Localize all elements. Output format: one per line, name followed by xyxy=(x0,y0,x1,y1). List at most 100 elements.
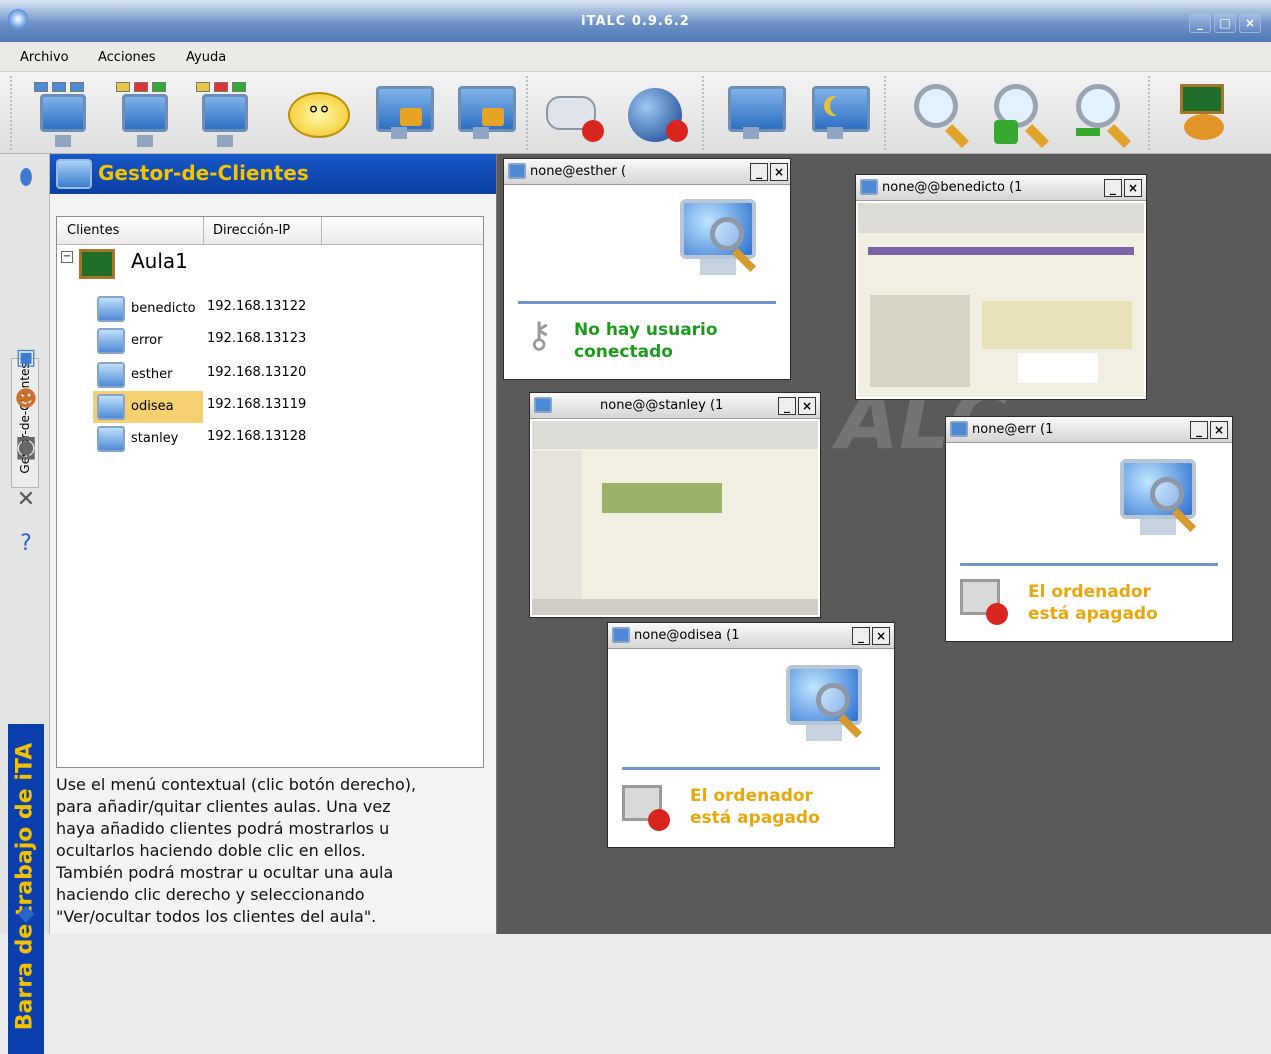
status-text: El ordenador está apagado xyxy=(690,786,820,828)
client-monitor-icon xyxy=(860,179,878,195)
zoom-in-icon[interactable] xyxy=(984,78,1054,149)
client-monitor-icon xyxy=(97,362,125,388)
window-title: iTALC 0.9.6.2 xyxy=(581,14,690,29)
tab-workbar-label: Barra de trabajo de iTA xyxy=(12,742,38,1031)
title-bar: iTALC 0.9.6.2 _ □ × xyxy=(0,0,1271,42)
client-window-titlebar[interactable]: none@esther ( _ × xyxy=(504,159,790,185)
close-button[interactable]: × xyxy=(798,397,816,415)
help-line: haya añadido clientes podrá mostrarlos u xyxy=(56,819,390,838)
client-row[interactable]: benedicto 192.168.13122 xyxy=(87,293,347,323)
classroom-icon[interactable] xyxy=(1168,78,1238,148)
client-window-title: none@esther ( xyxy=(530,164,627,179)
client-monitor-icon xyxy=(508,163,526,179)
tab-client-manager-label: Gestor-de-Clientes xyxy=(18,362,32,474)
client-monitor-icon xyxy=(97,394,125,420)
client-ip: 192.168.13123 xyxy=(207,331,307,346)
client-manager-icon xyxy=(56,159,92,189)
client-window-titlebar[interactable]: none@@benedicto (1 _ × xyxy=(856,175,1146,201)
status-text: No hay usuario conectado xyxy=(574,320,718,362)
clients-tree[interactable]: Clientes Dirección-IP − Aula1 benedicto 1… xyxy=(56,216,484,768)
minimize-button[interactable]: _ xyxy=(1104,179,1122,197)
client-monitor-icon xyxy=(97,328,125,354)
maximize-button[interactable]: □ xyxy=(1214,13,1236,33)
client-name: error xyxy=(131,333,163,348)
internet-disabled-icon[interactable] xyxy=(622,78,692,148)
menu-ayuda[interactable]: Ayuda xyxy=(186,50,226,65)
classroom-name[interactable]: Aula1 xyxy=(131,249,188,273)
tab-client-manager[interactable]: Gestor-de-Clientes xyxy=(11,358,39,488)
client-window-esther[interactable]: none@esther (_ × ⚷ No hay usuario conectad… xyxy=(503,158,791,380)
sidebar-toggle-icon[interactable]: ⬮ xyxy=(12,164,40,192)
close-button[interactable]: × xyxy=(1210,421,1228,439)
client-ip: 192.168.13128 xyxy=(207,429,307,444)
power-down-icon[interactable] xyxy=(800,78,870,148)
client-row[interactable]: stanley 192.168.13128 xyxy=(87,423,347,453)
menu-acciones[interactable]: Acciones xyxy=(98,50,156,65)
client-monitor-icon xyxy=(534,397,552,413)
message-icon[interactable]: °° xyxy=(282,78,352,148)
users-icon[interactable]: ☻ xyxy=(12,386,40,414)
collapse-toggle[interactable]: − xyxy=(61,251,73,263)
close-button[interactable]: × xyxy=(1239,13,1261,33)
minimize-button[interactable]: _ xyxy=(1190,421,1208,439)
help-line: Use el menú contextual (clic botón derec… xyxy=(56,775,417,794)
minimize-button[interactable]: _ xyxy=(750,163,768,181)
help-line: para añadir/quitar clientes aulas. Una v… xyxy=(56,797,391,816)
client-window-stanley[interactable]: none@@stanley (1 _ × xyxy=(529,392,821,618)
client-window-benedicto[interactable]: none@@benedicto (1 _ × xyxy=(855,174,1147,400)
classroom-icon xyxy=(79,249,115,279)
client-screen-thumbnail xyxy=(858,203,1144,397)
help-icon[interactable]: ? xyxy=(12,530,40,558)
column-clients[interactable]: Clientes xyxy=(67,223,119,238)
close-button[interactable]: × xyxy=(770,163,788,181)
client-ip: 192.168.13122 xyxy=(207,299,307,314)
demo-icon[interactable] xyxy=(110,78,180,148)
menu-archivo[interactable]: Archivo xyxy=(20,50,69,65)
toolbar-grip-4[interactable] xyxy=(884,76,890,150)
toolbar-grip-5[interactable] xyxy=(1148,76,1154,150)
restart-icon[interactable] xyxy=(716,78,786,148)
minimize-button[interactable]: _ xyxy=(1189,13,1211,33)
close-button[interactable]: × xyxy=(1124,179,1142,197)
help-line: haciendo clic derecho y seleccionando xyxy=(56,885,365,904)
client-row[interactable]: error 192.168.13123 xyxy=(87,325,347,355)
help-line: "Ver/ocultar todos los clientes del aula… xyxy=(56,907,377,926)
toolbar-grip-2[interactable] xyxy=(526,76,532,150)
client-window-odisea[interactable]: none@odisea (1 _ × El ordenador está apagad… xyxy=(607,622,895,848)
client-monitor-icon xyxy=(97,426,125,452)
zoom-out-icon[interactable] xyxy=(1066,78,1136,149)
snapshot-manager-icon[interactable]: ▣ xyxy=(12,344,40,372)
close-button[interactable]: × xyxy=(872,627,890,645)
client-screen-thumbnail xyxy=(532,421,818,615)
client-monitor-icon xyxy=(670,189,770,289)
games-disabled-icon[interactable] xyxy=(540,78,610,148)
lock-icon[interactable] xyxy=(364,78,434,148)
fullscreen-demo-icon[interactable] xyxy=(190,78,260,148)
zoom-fit-icon[interactable] xyxy=(900,78,970,149)
settings-tools-icon[interactable]: ✕ xyxy=(12,486,40,514)
camera-icon[interactable]: ◙ xyxy=(12,434,40,462)
sidebar: ⬮ Gestor-de-Clientes ▣ ☻ ◙ ✕ ? Barra de … xyxy=(0,154,50,1054)
client-manager-panel: Gestor-de-Clientes Clientes Dirección-IP… xyxy=(50,154,496,934)
help-text: Use el menú contextual (clic botón derec… xyxy=(56,774,492,928)
client-row[interactable]: esther 192.168.13120 xyxy=(87,359,347,389)
toolbar: °° xyxy=(0,72,1271,154)
client-monitor-icon xyxy=(1110,449,1210,549)
column-ip[interactable]: Dirección-IP xyxy=(213,223,290,238)
tab-workbar[interactable]: Barra de trabajo de iTA xyxy=(8,724,44,1054)
minimize-button[interactable]: _ xyxy=(778,397,796,415)
toolbar-grip-3[interactable] xyxy=(702,76,708,150)
unlock-icon[interactable] xyxy=(446,78,516,148)
classroom-overview-icon[interactable] xyxy=(28,78,98,148)
help-line: ocultarlos haciendo doble clic en ellos. xyxy=(56,841,366,860)
client-view-area[interactable]: ALC none@esther (_ × ⚷ No hay usuario cone… xyxy=(496,154,1271,934)
client-row[interactable]: odisea 192.168.13119 xyxy=(87,391,347,423)
italc-logo-icon: ◆ xyxy=(17,901,35,926)
client-window-titlebar[interactable]: none@@stanley (1 _ × xyxy=(530,393,820,419)
client-window-titlebar[interactable]: none@err (1 _ × xyxy=(946,417,1232,443)
client-window-error[interactable]: none@err (1 _ × El ordenador está apagado xyxy=(945,416,1233,642)
minimize-button[interactable]: _ xyxy=(852,627,870,645)
client-window-titlebar[interactable]: none@odisea (1 _ × xyxy=(608,623,894,649)
client-monitor-icon xyxy=(97,296,125,322)
toolbar-grip[interactable] xyxy=(10,76,16,150)
